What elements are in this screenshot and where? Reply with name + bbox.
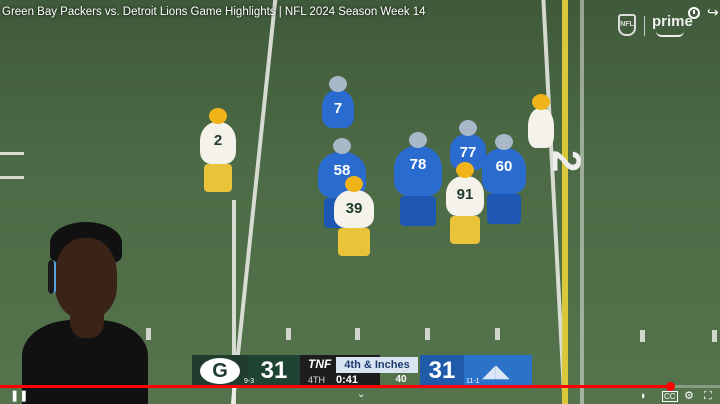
packers-g-icon: G bbox=[200, 358, 240, 384]
helmet bbox=[329, 76, 347, 92]
hash-mark bbox=[0, 176, 24, 179]
player-lions: 60 bbox=[482, 134, 526, 224]
player-packers: 2 bbox=[200, 108, 236, 192]
logo-divider bbox=[644, 16, 645, 36]
jersey-number: 77 bbox=[459, 144, 477, 161]
helmet bbox=[333, 138, 351, 154]
fullscreen-icon[interactable]: ⛶ bbox=[704, 389, 712, 403]
helmet bbox=[209, 108, 227, 124]
play-toggle-icon[interactable]: ◗ bbox=[640, 389, 647, 403]
hash-mark bbox=[640, 330, 645, 342]
player-lions: 7 bbox=[322, 76, 354, 128]
pants bbox=[399, 196, 437, 226]
end-line bbox=[580, 0, 584, 404]
player-packers bbox=[528, 94, 554, 148]
captions-icon[interactable]: CC bbox=[662, 391, 678, 402]
nfl-shield-icon: NFL bbox=[618, 14, 636, 36]
hash-mark bbox=[712, 330, 717, 342]
helmet bbox=[459, 120, 477, 136]
goal-line-yellow bbox=[562, 0, 568, 404]
watch-later-icon[interactable] bbox=[688, 7, 700, 19]
prime-smile-icon bbox=[656, 31, 684, 37]
packers-record: 9-3 bbox=[244, 378, 255, 385]
lions-score: 31 bbox=[420, 355, 464, 387]
jersey-number: 39 bbox=[345, 200, 363, 217]
player-packers: 39 bbox=[334, 176, 374, 256]
network-logo: TNF bbox=[308, 357, 332, 371]
lion-icon: ◢◣ bbox=[482, 361, 510, 381]
quarter: 4TH bbox=[308, 375, 326, 385]
lions-record: 11-1 bbox=[466, 378, 480, 385]
jersey-number: 60 bbox=[495, 158, 513, 175]
jersey-number: 7 bbox=[333, 100, 343, 117]
helmet bbox=[345, 176, 363, 192]
prime-logo: prime bbox=[652, 13, 693, 30]
pants bbox=[487, 194, 521, 224]
jersey-number: 2 bbox=[213, 132, 223, 149]
down-distance: 4th & Inches bbox=[336, 357, 418, 373]
hash-mark bbox=[0, 152, 24, 155]
hash-mark bbox=[425, 328, 430, 340]
helmet bbox=[532, 94, 550, 110]
pants bbox=[203, 164, 233, 192]
packers-score: 31 bbox=[248, 355, 300, 387]
hash-mark bbox=[495, 328, 500, 340]
hash-mark bbox=[286, 328, 291, 340]
yard-number: 2 bbox=[544, 150, 588, 175]
streamer-webcam bbox=[20, 210, 150, 404]
helmet bbox=[495, 134, 513, 150]
hash-mark bbox=[355, 328, 360, 340]
player-packers: 91 bbox=[446, 162, 484, 244]
player-lions: 78 bbox=[394, 132, 442, 226]
helmet bbox=[409, 132, 427, 148]
jersey-number: 78 bbox=[409, 156, 427, 173]
jersey-number: 91 bbox=[456, 186, 474, 203]
share-icon[interactable]: ↪ bbox=[707, 4, 719, 21]
pants bbox=[449, 216, 481, 244]
helmet bbox=[456, 162, 474, 178]
pants bbox=[338, 228, 370, 256]
packers-logo: G bbox=[192, 355, 248, 387]
pause-icon[interactable]: ❚❚ bbox=[10, 389, 28, 403]
streamer-hand bbox=[70, 298, 104, 338]
gear-icon[interactable]: ⚙ bbox=[684, 389, 694, 403]
video-title[interactable]: Green Bay Packers vs. Detroit Lions Game… bbox=[2, 6, 426, 18]
headset-icon bbox=[48, 260, 56, 294]
yard-line bbox=[230, 0, 278, 404]
player-controls: ❚❚ ◗ CC ⚙ ⛶ bbox=[0, 388, 720, 404]
